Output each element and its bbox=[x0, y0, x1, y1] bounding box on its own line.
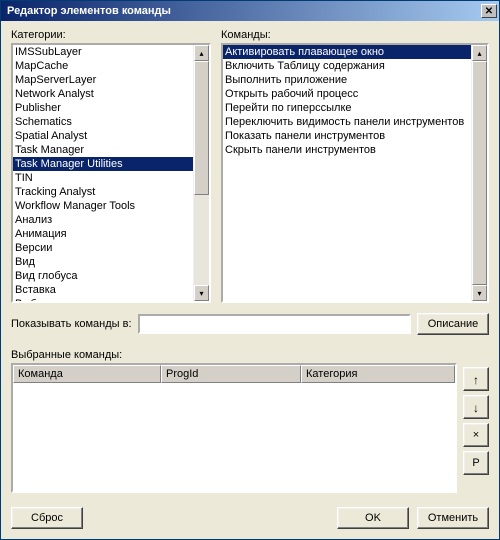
category-item[interactable]: Task Manager bbox=[13, 143, 193, 157]
category-item[interactable]: Network Analyst bbox=[13, 87, 193, 101]
category-item[interactable]: TIN bbox=[13, 171, 193, 185]
scroll-down-icon[interactable]: ▾ bbox=[472, 285, 487, 301]
category-item[interactable]: Вид глобуса bbox=[13, 269, 193, 283]
categories-label: Категории: bbox=[11, 29, 211, 41]
scroll-down-icon[interactable]: ▾ bbox=[194, 285, 209, 301]
scroll-track[interactable] bbox=[472, 61, 487, 285]
commands-label: Команды: bbox=[221, 29, 489, 41]
bottom-right-buttons: OK Отменить bbox=[337, 507, 489, 529]
scroll-thumb[interactable] bbox=[472, 61, 487, 285]
command-item[interactable]: Переключить видимость панели инструменто… bbox=[223, 115, 471, 129]
close-icon: ✕ bbox=[485, 6, 493, 17]
properties-icon: P bbox=[472, 457, 479, 469]
selected-table-area: Команда ProgId Категория ↑ ↓ × P bbox=[11, 363, 489, 493]
arrow-down-icon: ↓ bbox=[473, 401, 479, 415]
category-item[interactable]: Версии bbox=[13, 241, 193, 255]
top-lists-row: Категории: IMSSubLayerMapCacheMapServerL… bbox=[11, 29, 489, 303]
commands-scrollbar[interactable]: ▴ ▾ bbox=[471, 45, 487, 301]
command-item[interactable]: Перейти по гиперссылке bbox=[223, 101, 471, 115]
remove-button[interactable]: × bbox=[463, 423, 489, 447]
command-item[interactable]: Показать панели инструментов bbox=[223, 129, 471, 143]
scroll-up-icon[interactable]: ▴ bbox=[472, 45, 487, 61]
category-item[interactable]: Анализ bbox=[13, 213, 193, 227]
selected-commands-table[interactable]: Команда ProgId Категория bbox=[11, 363, 457, 493]
dialog-content: Категории: IMSSubLayerMapCacheMapServerL… bbox=[1, 21, 499, 539]
dialog-window: Редактор элементов команды ✕ Категории: … bbox=[0, 0, 500, 540]
move-up-button[interactable]: ↑ bbox=[463, 367, 489, 391]
commands-column: Команды: Активировать плавающее окноВклю… bbox=[221, 29, 489, 303]
command-item[interactable]: Активировать плавающее окно bbox=[223, 45, 471, 59]
scroll-track[interactable] bbox=[194, 61, 209, 285]
categories-column: Категории: IMSSubLayerMapCacheMapServerL… bbox=[11, 29, 211, 303]
col-progid[interactable]: ProgId bbox=[161, 365, 301, 383]
ok-button[interactable]: OK bbox=[337, 507, 409, 529]
scroll-up-icon[interactable]: ▴ bbox=[194, 45, 209, 61]
bottom-buttons-row: Сброс OK Отменить bbox=[11, 507, 489, 529]
category-item[interactable]: Выборка bbox=[13, 297, 193, 301]
close-button[interactable]: ✕ bbox=[481, 4, 497, 18]
description-button[interactable]: Описание bbox=[417, 313, 489, 335]
category-item[interactable]: Task Manager Utilities bbox=[13, 157, 193, 171]
scroll-thumb[interactable] bbox=[194, 61, 209, 195]
categories-scrollbar[interactable]: ▴ ▾ bbox=[193, 45, 209, 301]
selected-commands-section: Выбранные команды: Команда ProgId Катего… bbox=[11, 349, 489, 493]
category-item[interactable]: Вставка bbox=[13, 283, 193, 297]
command-item[interactable]: Выполнить приложение bbox=[223, 73, 471, 87]
category-item[interactable]: Вид bbox=[13, 255, 193, 269]
properties-button[interactable]: P bbox=[463, 451, 489, 475]
command-item[interactable]: Открыть рабочий процесс bbox=[223, 87, 471, 101]
category-item[interactable]: MapServerLayer bbox=[13, 73, 193, 87]
selected-commands-label: Выбранные команды: bbox=[11, 349, 489, 361]
col-command[interactable]: Команда bbox=[13, 365, 161, 383]
category-item[interactable]: Spatial Analyst bbox=[13, 129, 193, 143]
window-title: Редактор элементов команды bbox=[7, 5, 171, 17]
side-buttons: ↑ ↓ × P bbox=[463, 363, 489, 493]
category-item[interactable]: MapCache bbox=[13, 59, 193, 73]
category-item[interactable]: Schematics bbox=[13, 115, 193, 129]
cancel-button[interactable]: Отменить bbox=[417, 507, 489, 529]
category-item[interactable]: Workflow Manager Tools bbox=[13, 199, 193, 213]
remove-icon: × bbox=[473, 429, 479, 441]
show-commands-row: Показывать команды в: Описание bbox=[11, 313, 489, 335]
category-item[interactable]: Анимация bbox=[13, 227, 193, 241]
categories-listbox[interactable]: IMSSubLayerMapCacheMapServerLayerNetwork… bbox=[11, 43, 211, 303]
reset-button[interactable]: Сброс bbox=[11, 507, 83, 529]
col-category[interactable]: Категория bbox=[301, 365, 455, 383]
command-item[interactable]: Включить Таблицу содержания bbox=[223, 59, 471, 73]
titlebar: Редактор элементов команды ✕ bbox=[1, 1, 499, 21]
command-item[interactable]: Скрыть панели инструментов bbox=[223, 143, 471, 157]
category-item[interactable]: IMSSubLayer bbox=[13, 45, 193, 59]
table-header: Команда ProgId Категория bbox=[13, 365, 455, 383]
category-item[interactable]: Publisher bbox=[13, 101, 193, 115]
arrow-up-icon: ↑ bbox=[473, 373, 479, 387]
move-down-button[interactable]: ↓ bbox=[463, 395, 489, 419]
category-item[interactable]: Tracking Analyst bbox=[13, 185, 193, 199]
commands-listbox[interactable]: Активировать плавающее окноВключить Табл… bbox=[221, 43, 489, 303]
table-body bbox=[13, 383, 455, 491]
show-in-label: Показывать команды в: bbox=[11, 318, 132, 330]
show-in-input[interactable] bbox=[138, 314, 411, 334]
